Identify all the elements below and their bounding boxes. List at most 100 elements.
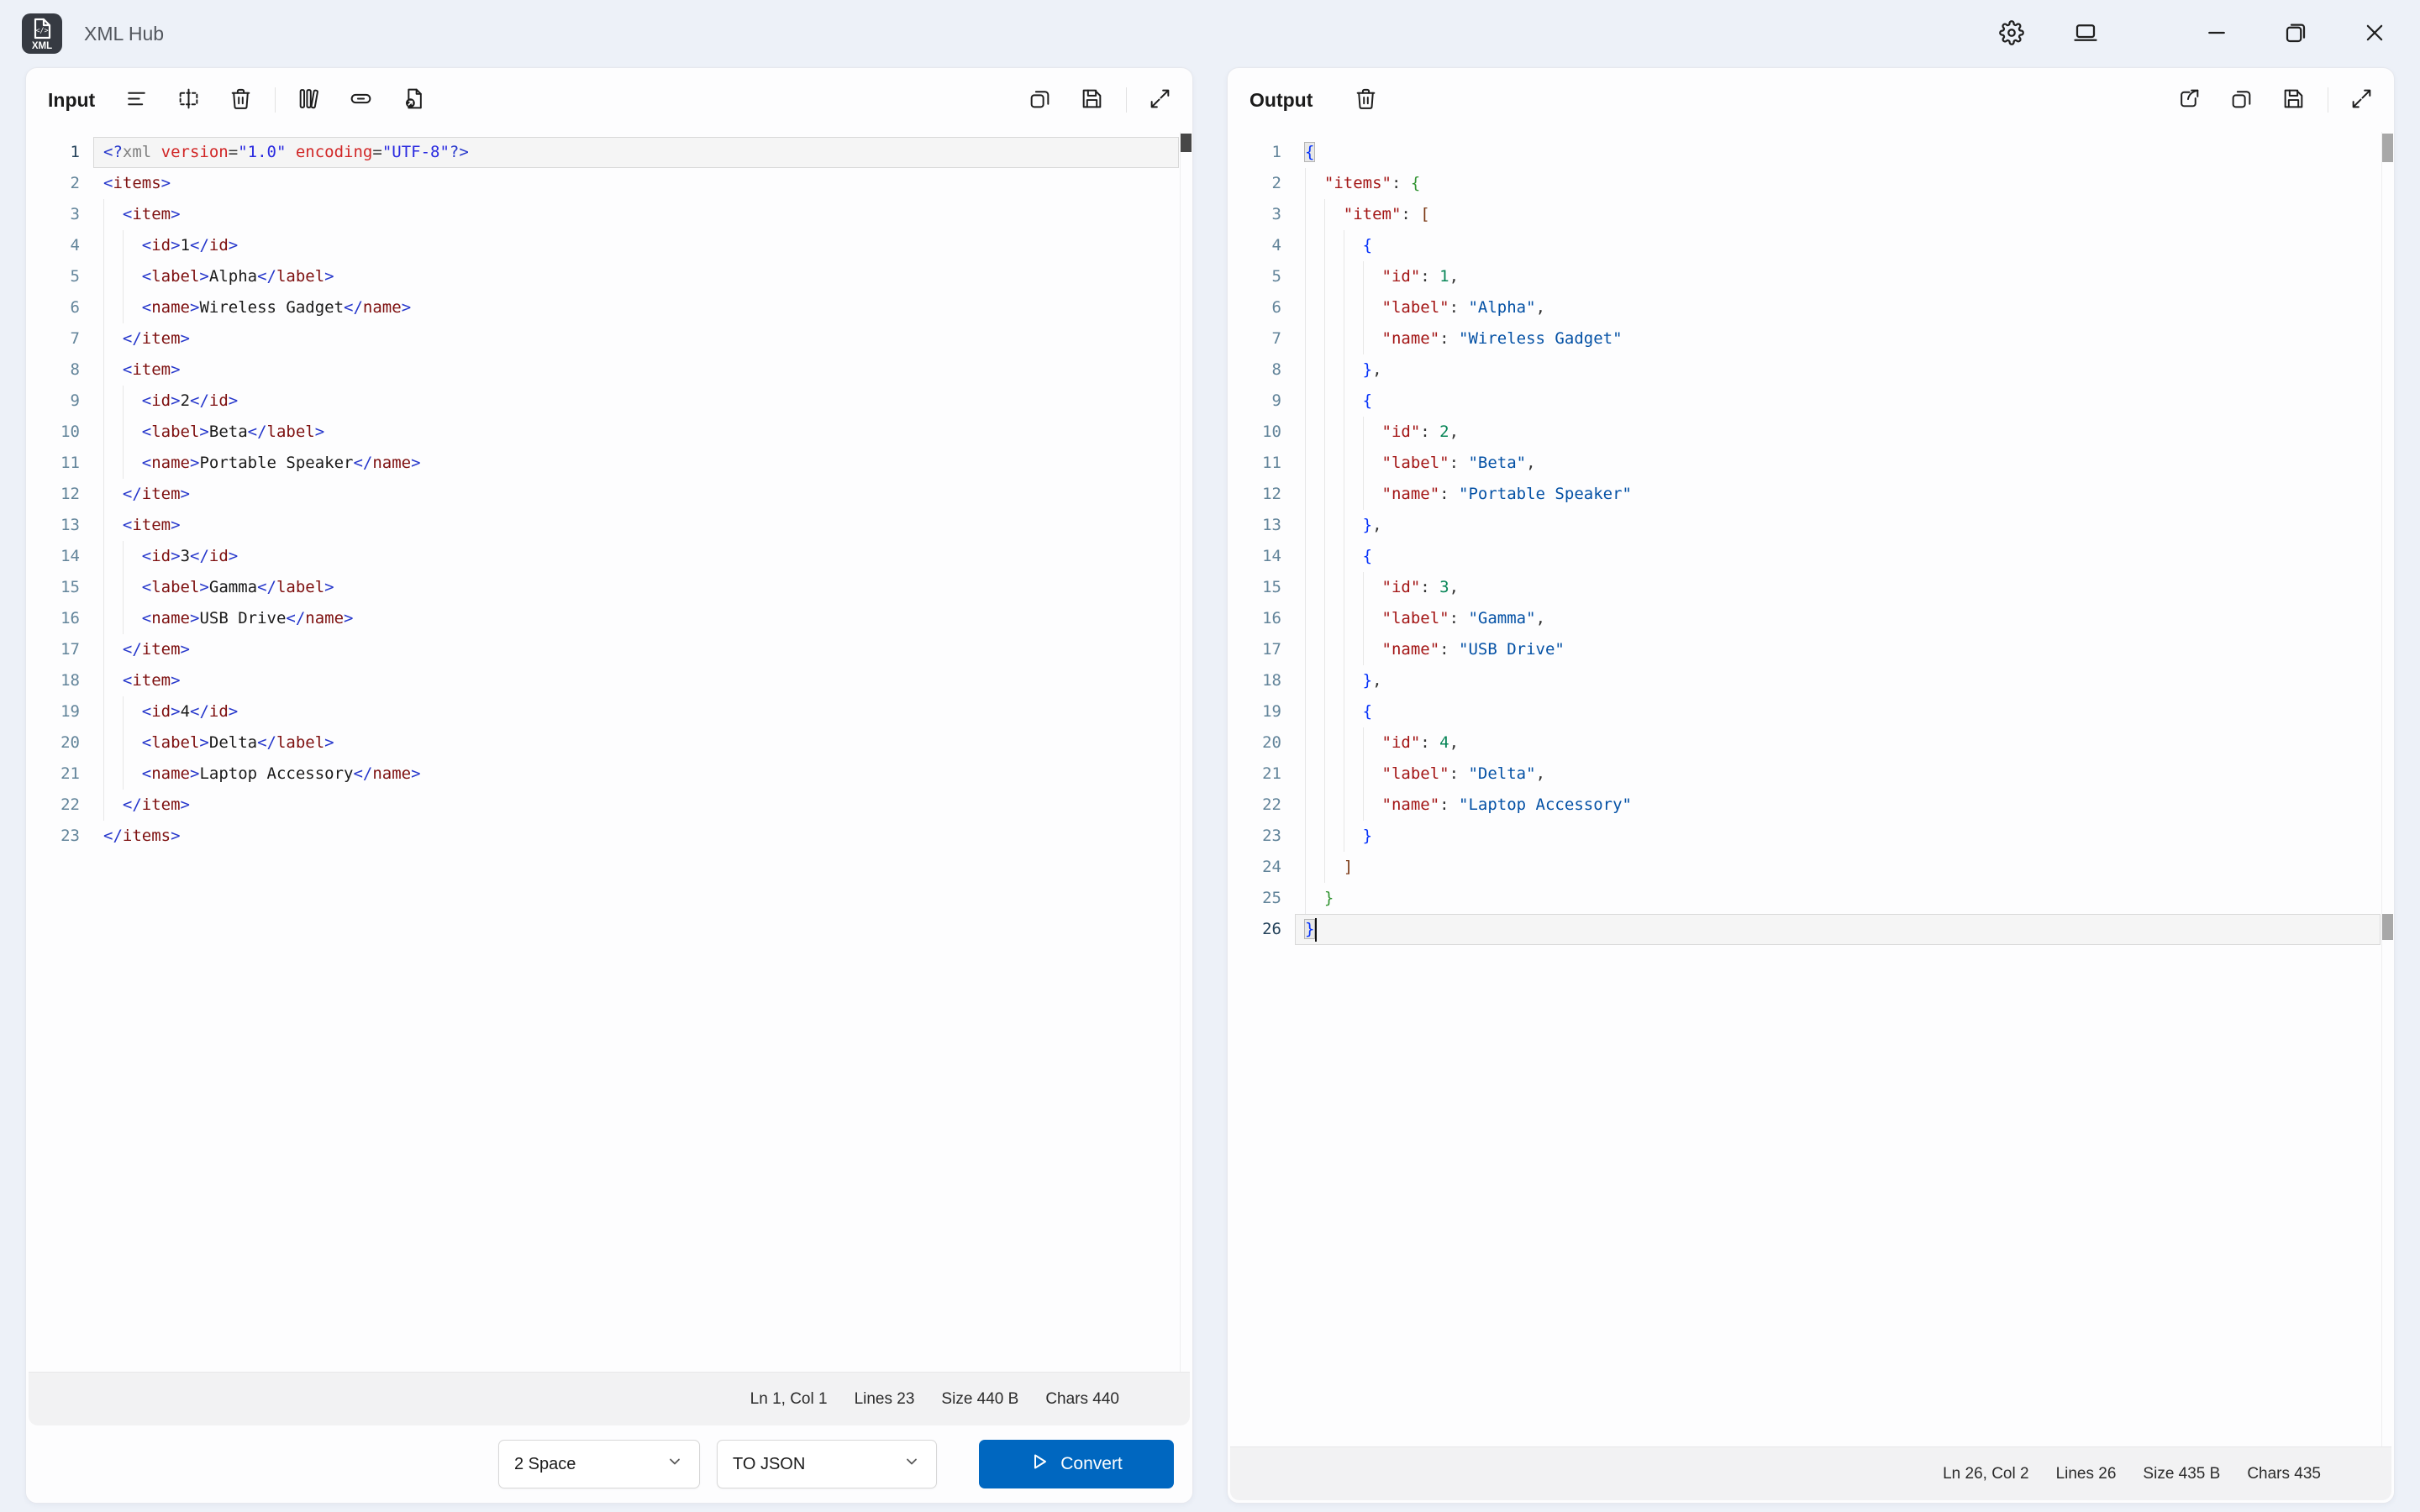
link-button[interactable] xyxy=(341,81,380,119)
line-count: Lines 23 xyxy=(855,1390,915,1409)
code-line: 1{ xyxy=(1228,137,2381,168)
output-statusbar: Ln 26, Col 2 Lines 26 Size 435 B Chars 4… xyxy=(1230,1446,2391,1500)
line-number: 23 xyxy=(26,821,93,852)
output-scrollbar-thumb[interactable] xyxy=(2382,134,2393,162)
save-output-button[interactable] xyxy=(2274,81,2312,119)
maximize-restore-button[interactable] xyxy=(2272,10,2319,57)
load-file-button[interactable] xyxy=(393,81,432,119)
line-number: 21 xyxy=(1228,759,1295,790)
library-button[interactable] xyxy=(289,81,328,119)
code-line: 11 "label": "Beta", xyxy=(1228,448,2381,479)
trash-icon xyxy=(229,87,253,113)
input-panel: Input xyxy=(25,67,1193,1504)
cursor-position: Ln 1, Col 1 xyxy=(750,1390,828,1409)
settings-button[interactable] xyxy=(1988,10,2035,57)
clear-input-button[interactable] xyxy=(221,81,260,119)
close-icon xyxy=(2362,20,2387,48)
line-number: 7 xyxy=(1228,323,1295,354)
close-button[interactable] xyxy=(2351,10,2398,57)
code-line: 26} xyxy=(1228,914,2381,945)
char-count: Chars 440 xyxy=(1045,1390,1119,1409)
code-line: 12 "name": "Portable Speaker" xyxy=(1228,479,2381,510)
code-line: 19 <id>4</id> xyxy=(26,696,1179,727)
input-scrollbar-thumb[interactable] xyxy=(1181,134,1192,152)
code-line: 12 </item> xyxy=(26,479,1179,510)
line-number: 8 xyxy=(26,354,93,386)
indent-select[interactable]: 2 Space xyxy=(498,1440,700,1488)
file-import-icon xyxy=(401,87,425,113)
minify-button[interactable] xyxy=(169,81,208,119)
code-line: 8 <item> xyxy=(26,354,1179,386)
copy-input-button[interactable] xyxy=(1020,81,1059,119)
line-number: 25 xyxy=(1228,883,1295,914)
line-number: 26 xyxy=(1228,914,1295,945)
laptop-icon xyxy=(2073,20,2098,48)
expand-input-button[interactable] xyxy=(1140,81,1179,119)
output-editor[interactable]: 1{2 "items": {3 "item": [4 {5 "id": 1,6 … xyxy=(1228,132,2394,1446)
input-editor[interactable]: 1<?xml version="1.0" encoding="UTF-8"?>2… xyxy=(26,132,1192,1372)
code-line: 21 "label": "Delta", xyxy=(1228,759,2381,790)
expand-output-button[interactable] xyxy=(2342,81,2381,119)
line-number: 24 xyxy=(1228,852,1295,883)
copy-icon xyxy=(1028,87,1052,113)
code-line: 5 "id": 1, xyxy=(1228,261,2381,292)
format-button[interactable] xyxy=(117,81,155,119)
line-number: 1 xyxy=(1228,137,1295,168)
line-number: 4 xyxy=(1228,230,1295,261)
copy-output-button[interactable] xyxy=(2222,81,2260,119)
line-number: 10 xyxy=(1228,417,1295,448)
line-number: 16 xyxy=(1228,603,1295,634)
code-line: 19 { xyxy=(1228,696,2381,727)
share-output-button[interactable] xyxy=(2170,81,2208,119)
conversion-mode-select[interactable]: TO JSON xyxy=(717,1440,937,1488)
line-number: 11 xyxy=(1228,448,1295,479)
code-line: 22 "name": "Laptop Accessory" xyxy=(1228,790,2381,821)
code-line: 17 </item> xyxy=(26,634,1179,665)
clear-output-button[interactable] xyxy=(1346,81,1385,119)
line-number: 19 xyxy=(26,696,93,727)
line-number: 9 xyxy=(26,386,93,417)
toolbar-divider xyxy=(275,87,276,113)
line-number: 13 xyxy=(1228,510,1295,541)
line-number: 19 xyxy=(1228,696,1295,727)
code-line: 20 <label>Delta</label> xyxy=(26,727,1179,759)
conversion-mode-value: TO JSON xyxy=(733,1455,805,1474)
code-line: 14 { xyxy=(1228,541,2381,572)
code-line: 11 <name>Portable Speaker</name> xyxy=(26,448,1179,479)
line-count: Lines 26 xyxy=(2056,1465,2117,1483)
line-number: 6 xyxy=(1228,292,1295,323)
code-line: 24 ] xyxy=(1228,852,2381,883)
output-scrollbar[interactable] xyxy=(2381,132,2394,1446)
code-line: 16 <name>USB Drive</name> xyxy=(26,603,1179,634)
code-line: 18 <item> xyxy=(26,665,1179,696)
line-number: 5 xyxy=(26,261,93,292)
line-number: 6 xyxy=(26,292,93,323)
expand-icon xyxy=(2349,87,2374,113)
code-line: 10 "id": 2, xyxy=(1228,417,2381,448)
line-number: 8 xyxy=(1228,354,1295,386)
copy-icon xyxy=(2229,87,2254,113)
code-line: 6 <name>Wireless Gadget</name> xyxy=(26,292,1179,323)
gear-icon xyxy=(1999,20,2024,48)
share-icon xyxy=(2177,87,2202,113)
minimize-icon xyxy=(2204,20,2229,48)
code-line: 2<items> xyxy=(26,168,1179,199)
display-mode-button[interactable] xyxy=(2062,10,2109,57)
convert-button[interactable]: Convert xyxy=(979,1440,1174,1488)
minimize-button[interactable] xyxy=(2193,10,2240,57)
library-icon xyxy=(297,87,321,113)
code-line: 23</items> xyxy=(26,821,1179,852)
line-number: 22 xyxy=(1228,790,1295,821)
code-line: 16 "label": "Gamma", xyxy=(1228,603,2381,634)
input-scrollbar[interactable] xyxy=(1180,132,1192,1372)
code-line: 7 "name": "Wireless Gadget" xyxy=(1228,323,2381,354)
code-line: 1<?xml version="1.0" encoding="UTF-8"?> xyxy=(26,137,1179,168)
toolbar-divider xyxy=(1126,87,1127,113)
expand-icon xyxy=(1148,87,1172,113)
link-icon xyxy=(349,87,373,113)
save-input-button[interactable] xyxy=(1072,81,1111,119)
line-number: 16 xyxy=(26,603,93,634)
code-line: 5 <label>Alpha</label> xyxy=(26,261,1179,292)
input-toolbar: Input xyxy=(26,68,1192,132)
code-line: 13 }, xyxy=(1228,510,2381,541)
